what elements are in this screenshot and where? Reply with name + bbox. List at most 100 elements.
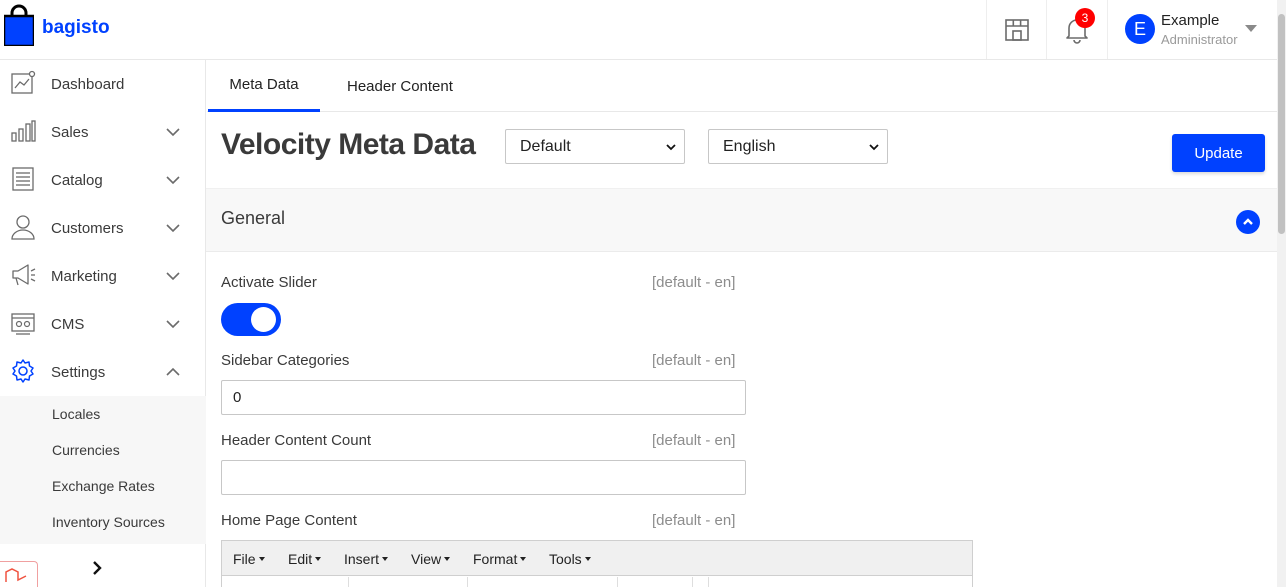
submenu-item-currencies[interactable]: Currencies (52, 442, 120, 458)
field-label-activate-slider: Activate Slider (221, 274, 317, 291)
editor-menubar: File Edit Insert View Format Tools (222, 541, 972, 576)
editor-menu-edit[interactable]: Edit (288, 551, 322, 567)
sidebar-categories-input[interactable]: 0 (221, 380, 746, 415)
caret-down-icon (444, 557, 451, 561)
avatar: E (1125, 14, 1155, 44)
sidebar-item-label: Dashboard (51, 75, 125, 93)
accordion-title: General (221, 208, 286, 228)
submenu-item-locales[interactable]: Locales (52, 406, 100, 422)
laravel-icon (5, 568, 27, 582)
menu-label: Insert (344, 551, 380, 567)
editor-toolbar (222, 577, 972, 587)
home-page-content-editor[interactable]: File Edit Insert View Format Tools (221, 540, 973, 587)
laravel-logo (0, 561, 38, 587)
general-accordion-header[interactable]: General (206, 188, 1277, 252)
tab-label: Meta Data (229, 76, 299, 93)
gear-icon (12, 359, 34, 383)
store-icon (1004, 18, 1029, 41)
page-scrollbar[interactable] (1277, 0, 1286, 587)
scrollbar-thumb[interactable] (1278, 14, 1285, 234)
tab-label: Header Content (347, 77, 453, 95)
field-label-home-page-content: Home Page Content (221, 512, 357, 529)
chevron-down-icon (166, 320, 180, 329)
user-role: Administrator (1161, 32, 1238, 47)
accordion-toggle-button[interactable] (1236, 210, 1260, 234)
caret-down-icon (520, 557, 527, 561)
caret-down-icon (315, 557, 322, 561)
field-label-header-content-count: Header Content Count (221, 432, 372, 449)
shopping-bag-icon (4, 4, 34, 46)
caret-down-icon (382, 557, 389, 561)
tab-header-content[interactable]: Header Content (347, 60, 453, 112)
chevron-up-icon (166, 367, 180, 376)
channel-select[interactable]: Default (505, 129, 685, 164)
top-header: bagisto 3 E Example Administrator (0, 0, 1286, 60)
field-scope: [default - en] (652, 352, 736, 369)
chevron-down-icon (166, 176, 180, 185)
input-value: 0 (233, 389, 242, 406)
settings-submenu: Locales Currencies Exchange Rates Invent… (0, 396, 206, 544)
sidebar-item-label: Settings (51, 363, 106, 381)
chevron-down-icon (166, 272, 180, 281)
sidebar-item-label: Sales (51, 123, 89, 141)
field-scope: [default - en] (652, 432, 736, 449)
activate-slider-toggle[interactable] (221, 303, 281, 336)
tab-bar: Meta Data Header Content (207, 60, 1277, 112)
menu-label: File (233, 551, 256, 567)
menu-label: Tools (549, 551, 582, 567)
chevron-down-icon (869, 144, 879, 151)
chevron-up-icon (1243, 218, 1253, 225)
cms-icon (11, 313, 35, 335)
locale-select[interactable]: English (708, 129, 888, 164)
sales-icon (11, 120, 36, 142)
tab-meta-data[interactable]: Meta Data (208, 60, 320, 112)
field-label-sidebar-categories: Sidebar Categories (221, 352, 350, 369)
sidebar-collapse-button[interactable] (82, 556, 112, 580)
editor-menu-view[interactable]: View (411, 551, 451, 567)
field-scope: [default - en] (652, 274, 736, 291)
sidebar-item-cms[interactable]: CMS (0, 300, 206, 348)
menu-label: Format (473, 551, 518, 567)
user-menu[interactable]: E Example Administrator (1107, 0, 1277, 59)
chevron-down-icon (666, 144, 676, 151)
toolbar-separator (467, 577, 468, 587)
menu-label: View (411, 551, 442, 567)
bagisto-logo[interactable] (4, 4, 34, 46)
storefront-button[interactable] (986, 0, 1046, 59)
sidebar-item-customers[interactable]: Customers (0, 204, 206, 252)
sidebar-item-label: Catalog (51, 171, 103, 189)
sidebar-item-catalog[interactable]: Catalog (0, 156, 206, 204)
caret-down-icon (584, 557, 591, 561)
megaphone-icon (12, 264, 36, 286)
editor-menu-insert[interactable]: Insert (344, 551, 389, 567)
sidebar: Dashboard Sales Catalog Customers Market… (0, 60, 206, 587)
locale-select-value: English (723, 137, 776, 155)
catalog-icon (12, 167, 34, 191)
sidebar-item-dashboard[interactable]: Dashboard (0, 60, 206, 108)
chevron-right-icon (93, 561, 102, 575)
toolbar-separator (708, 577, 709, 587)
editor-menu-tools[interactable]: Tools (549, 551, 591, 567)
app-root: bagisto 3 E Example Administrator Dashbo… (0, 0, 1286, 587)
channel-select-value: Default (520, 137, 571, 155)
page-title: Velocity Meta Data (221, 128, 476, 161)
toolbar-separator (348, 577, 349, 587)
customers-icon (11, 215, 35, 240)
sidebar-item-settings[interactable]: Settings (0, 348, 206, 396)
submenu-item-inventory-sources[interactable]: Inventory Sources (52, 514, 165, 530)
logo-text[interactable]: bagisto (42, 17, 110, 39)
sidebar-item-marketing[interactable]: Marketing (0, 252, 206, 300)
header-content-count-input[interactable] (221, 460, 746, 495)
toolbar-separator (692, 577, 693, 587)
caret-down-icon (258, 557, 265, 561)
editor-menu-file[interactable]: File (233, 551, 265, 567)
sidebar-item-label: Marketing (51, 267, 117, 285)
editor-menu-format[interactable]: Format (473, 551, 527, 567)
caret-down-icon (1245, 25, 1257, 32)
submenu-item-exchange-rates[interactable]: Exchange Rates (52, 478, 155, 494)
update-button[interactable]: Update (1172, 134, 1265, 172)
sidebar-item-sales[interactable]: Sales (0, 108, 206, 156)
toggle-knob (251, 307, 276, 332)
notifications-button[interactable]: 3 (1046, 0, 1107, 59)
sidebar-item-label: Customers (51, 219, 124, 237)
